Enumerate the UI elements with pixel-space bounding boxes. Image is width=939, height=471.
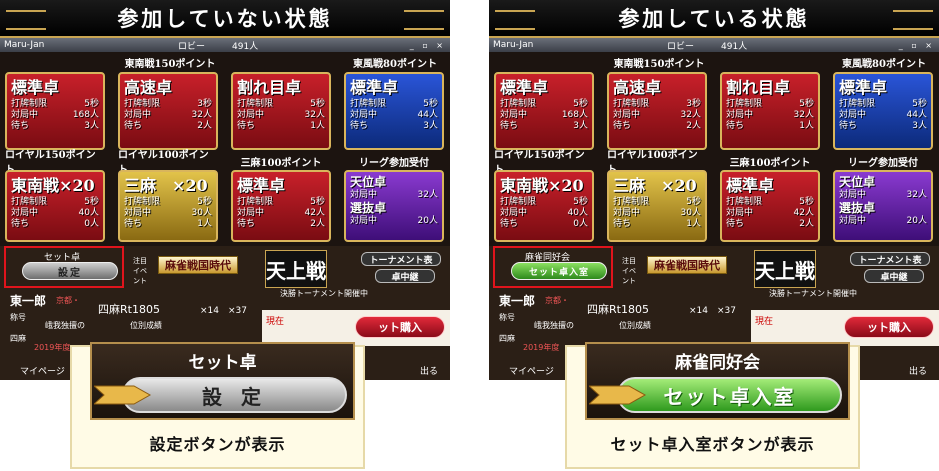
header-royal100: ロイヤル100ポイント [607,150,698,176]
relay-button[interactable]: 卓中継 [864,269,924,283]
yomma-tag: 四麻 [10,334,26,343]
now-label: 現在 [266,317,285,327]
mypage-button[interactable]: マイページ [509,364,554,377]
league-card[interactable]: 天位卓 対局中 32人 選抜卓 対局中 20人 [344,170,444,242]
ticket-buy-button[interactable]: ット購入 [844,316,934,338]
header-league: リーグ参加受付 [848,157,918,169]
zoom-caption: セット卓入室ボタンが表示 [610,435,815,454]
window-controls[interactable]: _ ▫ × [410,41,446,50]
set-table-enter-button[interactable]: セット卓入室 [511,262,607,280]
header-royal150: ロイヤル150ポイント [5,150,96,176]
table-card-royal-east-south[interactable]: 東南戦×20 打牌制限 5秒 対局中 40人 待ち 0人 [494,170,594,242]
trophy-count-1: ×14 [200,306,219,316]
player-rating: 四麻Rt1805 [98,303,160,316]
player-rating: 四麻Rt1805 [587,303,649,316]
event-label: 注目イベント [133,257,147,285]
exit-button[interactable]: 出る [909,364,927,377]
event-label: 注目イベント [622,257,636,285]
tournament-button[interactable]: トーナメント表 [850,252,930,266]
header-royal150: ロイヤル150ポイント [494,150,585,176]
player-location: 京都・ [545,296,569,305]
title-text: 峨我独擅の [45,321,85,330]
mypage-button[interactable]: マイページ [20,364,65,377]
table-card-royal-sanma[interactable]: 三麻 ×20 打牌制限 5秒 対局中 30人 待ち 1人 [607,170,707,242]
table-card-sanma-standard[interactable]: 標準卓 打牌制限 5秒 対局中 42人 待ち 2人 [231,170,331,242]
right-banner: 参加している状態 [489,0,939,38]
arrow-icon [94,385,152,405]
tenjo-logo[interactable]: 天上戦 [265,250,327,288]
arrow-icon [589,385,647,405]
rank-text: 位別成績 [130,321,162,330]
zoom-enter-button[interactable]: セット卓入室 [617,377,842,413]
player-name: 東一郎 [10,294,47,308]
header-east: 東風戦80ポイント [842,58,926,70]
table-card-wareme[interactable]: 割れ目卓 打牌制限 5秒 対局中 32人 待ち 1人 [231,72,331,150]
left-banner: 参加していない状態 [0,0,450,38]
table-card-fast[interactable]: 高速卓 打牌制限 3秒 対局中 32人 待ち 2人 [118,72,218,150]
zoom-caption: 設定ボタンが表示 [149,435,286,454]
header-east-south: 東南戦150ポイント [124,58,216,70]
app-title: Maru-Jan [4,40,45,50]
tournament-message: 決勝トーナメント開催中 [769,289,857,298]
relay-button[interactable]: 卓中継 [375,269,435,283]
lobby-count: 491人 [721,41,748,52]
trophy-count-1: ×14 [689,306,708,316]
year-label: 2019年度 [523,343,560,352]
table-card-sanma-standard[interactable]: 標準卓 打牌制限 5秒 対局中 42人 待ち 2人 [720,170,820,242]
header-royal100: ロイヤル100ポイント [118,150,209,176]
year-label: 2019年度 [34,343,71,352]
table-card-royal-sanma[interactable]: 三麻 ×20 打牌制限 5秒 対局中 30人 待ち 1人 [118,170,218,242]
left-panel: 参加していない状態 Maru-Jan ロビー 491人 _ ▫ × 東南戦150… [0,0,450,380]
event-logo[interactable]: 麻雀戦国時代 [647,256,727,274]
title-text: 峨我独擅の [534,321,574,330]
lobby-label: ロビー [667,41,695,52]
title-tag: 称号 [499,313,515,322]
lobby-label: ロビー [178,41,206,52]
app-title: Maru-Jan [493,40,534,50]
zoom-heading: 麻雀同好会 [675,353,760,373]
tenjo-logo[interactable]: 天上戦 [754,250,816,288]
zoom-set-button[interactable]: 設 定 [122,377,347,413]
tournament-button[interactable]: トーナメント表 [361,252,441,266]
trophy-count-2: ×37 [717,306,736,316]
event-logo[interactable]: 麻雀戦国時代 [158,256,238,274]
right-panel: 参加している状態 Maru-Jan ロビー 491人 _ ▫ × 東南戦150ポ… [489,0,939,380]
now-label: 現在 [755,317,774,327]
zoom-panel: セット卓 設 定 [90,342,355,420]
lobby-count: 491人 [232,41,259,52]
player-name: 東一郎 [499,294,536,308]
window-controls[interactable]: _ ▫ × [899,41,935,50]
window-titlebar: Maru-Jan ロビー 491人 _ ▫ × [489,38,939,52]
zoom-heading: セット卓 [188,353,257,373]
set-table-button[interactable]: 設定 [22,262,118,280]
trophy-count-2: ×37 [228,306,247,316]
header-east: 東風戦80ポイント [353,58,437,70]
table-card-standard[interactable]: 標準卓 打牌制限 5秒 対局中 168人 待ち 3人 [5,72,105,150]
ticket-buy-button[interactable]: ット購入 [355,316,445,338]
header-east-south: 東南戦150ポイント [613,58,705,70]
zoom-callout-right: 麻雀同好会 セット卓入室 セット卓入室ボタンが表示 [565,342,860,469]
title-tag: 称号 [10,313,26,322]
header-sanma: 三麻100ポイント [240,157,322,169]
header-league: リーグ参加受付 [359,157,429,169]
yomma-tag: 四麻 [499,334,515,343]
exit-button[interactable]: 出る [420,364,438,377]
player-location: 京都・ [56,296,80,305]
table-card-east-standard[interactable]: 標準卓 打牌制限 5秒 対局中 44人 待ち 3人 [833,72,933,150]
table-card-fast[interactable]: 高速卓 打牌制限 3秒 対局中 32人 待ち 2人 [607,72,707,150]
zoom-callout-left: セット卓 設 定 設定ボタンが表示 [70,342,365,469]
window-titlebar: Maru-Jan ロビー 491人 _ ▫ × [0,38,450,52]
league-card[interactable]: 天位卓 対局中 32人 選抜卓 対局中 20人 [833,170,933,242]
zoom-panel: 麻雀同好会 セット卓入室 [585,342,850,420]
rank-text: 位別成績 [619,321,651,330]
tournament-message: 決勝トーナメント開催中 [280,289,368,298]
table-card-east-standard[interactable]: 標準卓 打牌制限 5秒 対局中 44人 待ち 3人 [344,72,444,150]
table-card-wareme[interactable]: 割れ目卓 打牌制限 5秒 対局中 32人 待ち 1人 [720,72,820,150]
header-sanma: 三麻100ポイント [729,157,811,169]
table-card-standard[interactable]: 標準卓 打牌制限 5秒 対局中 168人 待ち 3人 [494,72,594,150]
table-card-royal-east-south[interactable]: 東南戦×20 打牌制限 5秒 対局中 40人 待ち 0人 [5,170,105,242]
